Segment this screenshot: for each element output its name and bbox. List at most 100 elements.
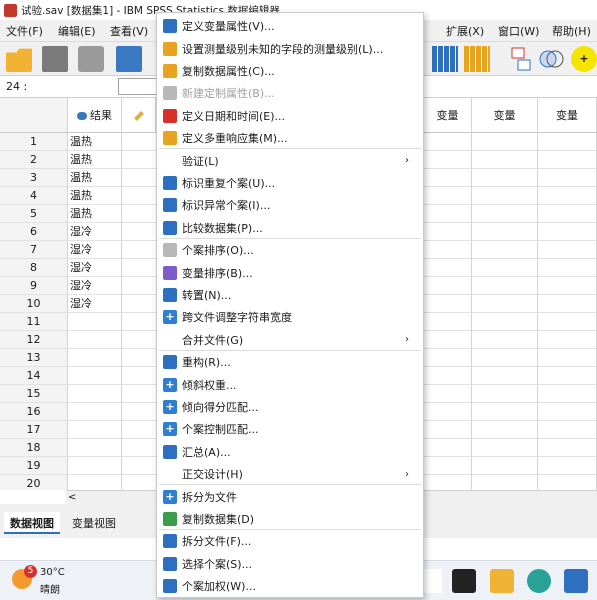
row-number[interactable]: 6 <box>0 223 68 241</box>
data-cell-empty[interactable] <box>122 169 157 187</box>
menu-window[interactable]: 窗口(W) <box>498 23 539 39</box>
data-cell-empty[interactable] <box>122 259 157 277</box>
data-cell-empty[interactable] <box>122 457 157 475</box>
menu-item-select-cases[interactable]: 选择个案(S)... <box>157 553 423 575</box>
data-cell-empty[interactable] <box>122 187 157 205</box>
column-header-result[interactable]: 结果 <box>68 98 122 133</box>
row-number[interactable]: 9 <box>0 277 68 295</box>
menu-item-restructure[interactable]: 重构(R)... <box>157 351 423 373</box>
data-cell-empty[interactable] <box>424 205 472 223</box>
menu-item-aggregate[interactable]: 汇总(A)... <box>157 441 423 463</box>
data-cell-empty[interactable] <box>122 241 157 259</box>
data-cell-empty[interactable] <box>472 151 538 169</box>
data-cell-empty[interactable] <box>472 367 538 385</box>
data-cell-empty[interactable] <box>122 349 157 367</box>
add-icon[interactable]: + <box>571 46 597 72</box>
data-cell-empty[interactable] <box>122 331 157 349</box>
data-cell-empty[interactable] <box>472 385 538 403</box>
data-cell-empty[interactable] <box>424 421 472 439</box>
data-cell-empty[interactable] <box>538 133 597 151</box>
data-cell-empty[interactable] <box>424 403 472 421</box>
data-cell-empty[interactable] <box>122 133 157 151</box>
data-cell-empty[interactable] <box>424 277 472 295</box>
split-file-icon[interactable] <box>510 46 532 72</box>
data-cell-empty[interactable] <box>472 403 538 421</box>
data-cell-empty[interactable] <box>472 223 538 241</box>
weather-description[interactable]: 晴朗 <box>40 581 60 596</box>
data-cell-empty[interactable] <box>472 205 538 223</box>
data-cell-empty[interactable] <box>424 241 472 259</box>
row-number[interactable]: 17 <box>0 421 68 439</box>
data-cell[interactable]: 湿冷 <box>68 259 122 277</box>
data-cell[interactable]: 温热 <box>68 133 122 151</box>
data-cell-empty[interactable] <box>472 313 538 331</box>
terminal-app-icon[interactable] <box>452 569 476 593</box>
data-cell-empty[interactable] <box>538 277 597 295</box>
data-cell-empty[interactable] <box>122 223 157 241</box>
data-cell-empty[interactable] <box>538 187 597 205</box>
data-cell[interactable]: 湿冷 <box>68 223 122 241</box>
weather-temperature[interactable]: 30°C <box>40 567 65 578</box>
data-cell-empty[interactable] <box>122 205 157 223</box>
data-cell-empty[interactable] <box>122 313 157 331</box>
data-cell[interactable]: 湿冷 <box>68 277 122 295</box>
scroll-left-icon[interactable]: < <box>68 492 76 503</box>
row-number[interactable]: 19 <box>0 457 68 475</box>
data-cell-empty[interactable] <box>538 223 597 241</box>
data-cell[interactable]: 温热 <box>68 205 122 223</box>
data-cell-empty[interactable] <box>538 205 597 223</box>
data-cell[interactable]: 温热 <box>68 169 122 187</box>
column-header-var1[interactable]: 变量 <box>424 98 472 133</box>
menu-item-compare-datasets[interactable]: 比较数据集(P)... <box>157 217 423 239</box>
menu-item-case-control-matching[interactable]: + 个案控制匹配... <box>157 418 423 440</box>
data-cell-empty[interactable] <box>424 133 472 151</box>
row-number[interactable]: 14 <box>0 367 68 385</box>
column-header-ruler[interactable] <box>122 98 156 133</box>
data-cell-empty[interactable] <box>424 439 472 457</box>
data-cell-empty[interactable] <box>538 457 597 475</box>
data-cell-empty[interactable] <box>424 475 472 490</box>
data-cell-empty[interactable] <box>472 421 538 439</box>
tab-variable-view[interactable]: 变量视图 <box>66 512 122 534</box>
open-file-icon[interactable] <box>6 48 32 72</box>
print-icon[interactable] <box>78 46 104 72</box>
data-cell-empty[interactable] <box>424 331 472 349</box>
column-header-var2[interactable]: 变量 <box>472 98 538 133</box>
menu-item-unusual-cases[interactable]: 标识异常个案(I)... <box>157 194 423 216</box>
row-number[interactable]: 8 <box>0 259 68 277</box>
data-cell-empty[interactable] <box>538 475 597 490</box>
data-cell-empty[interactable] <box>538 151 597 169</box>
row-number[interactable]: 20 <box>0 475 68 490</box>
data-cell[interactable]: 温热 <box>68 187 122 205</box>
store-app-icon[interactable] <box>564 569 588 593</box>
menu-item-split-file[interactable]: 拆分文件(F)... <box>157 530 423 552</box>
data-cell-empty[interactable] <box>472 349 538 367</box>
menu-item-variable-properties[interactable]: 定义变量属性(V)... <box>157 15 423 37</box>
data-cell-empty[interactable] <box>472 259 538 277</box>
menu-item-copy-dataset[interactable]: 复制数据集(D) <box>157 508 423 530</box>
data-cell-empty[interactable] <box>538 295 597 313</box>
data-cell-empty[interactable] <box>472 241 538 259</box>
data-cell-empty[interactable] <box>472 475 538 490</box>
variables-grid-icon[interactable] <box>432 46 458 72</box>
data-cell-empty[interactable] <box>424 259 472 277</box>
menu-item-duplicate-cases[interactable]: 标识重复个案(U)... <box>157 172 423 194</box>
cases-grid-icon[interactable] <box>464 46 490 72</box>
data-cell-empty[interactable] <box>122 295 157 313</box>
menu-item-sort-cases[interactable]: 个案排序(O)... <box>157 239 423 261</box>
menu-item-submenu-14[interactable]: 合并文件(G) › <box>157 329 423 351</box>
data-cell-empty[interactable] <box>122 475 157 490</box>
data-cell-empty[interactable] <box>424 457 472 475</box>
tab-data-view[interactable]: 数据视图 <box>4 512 60 534</box>
data-cell-empty[interactable] <box>472 187 538 205</box>
data-cell-empty[interactable] <box>424 313 472 331</box>
data-cell-empty[interactable] <box>122 385 157 403</box>
data-cell-empty[interactable] <box>122 151 157 169</box>
data-cell-empty[interactable] <box>472 295 538 313</box>
menu-item-submenu-6[interactable]: 验证(L) › <box>157 149 423 171</box>
data-cell-empty[interactable] <box>538 259 597 277</box>
data-cell-empty[interactable] <box>472 169 538 187</box>
data-cell[interactable] <box>68 331 122 349</box>
data-cell[interactable] <box>68 349 122 367</box>
row-number[interactable]: 15 <box>0 385 68 403</box>
